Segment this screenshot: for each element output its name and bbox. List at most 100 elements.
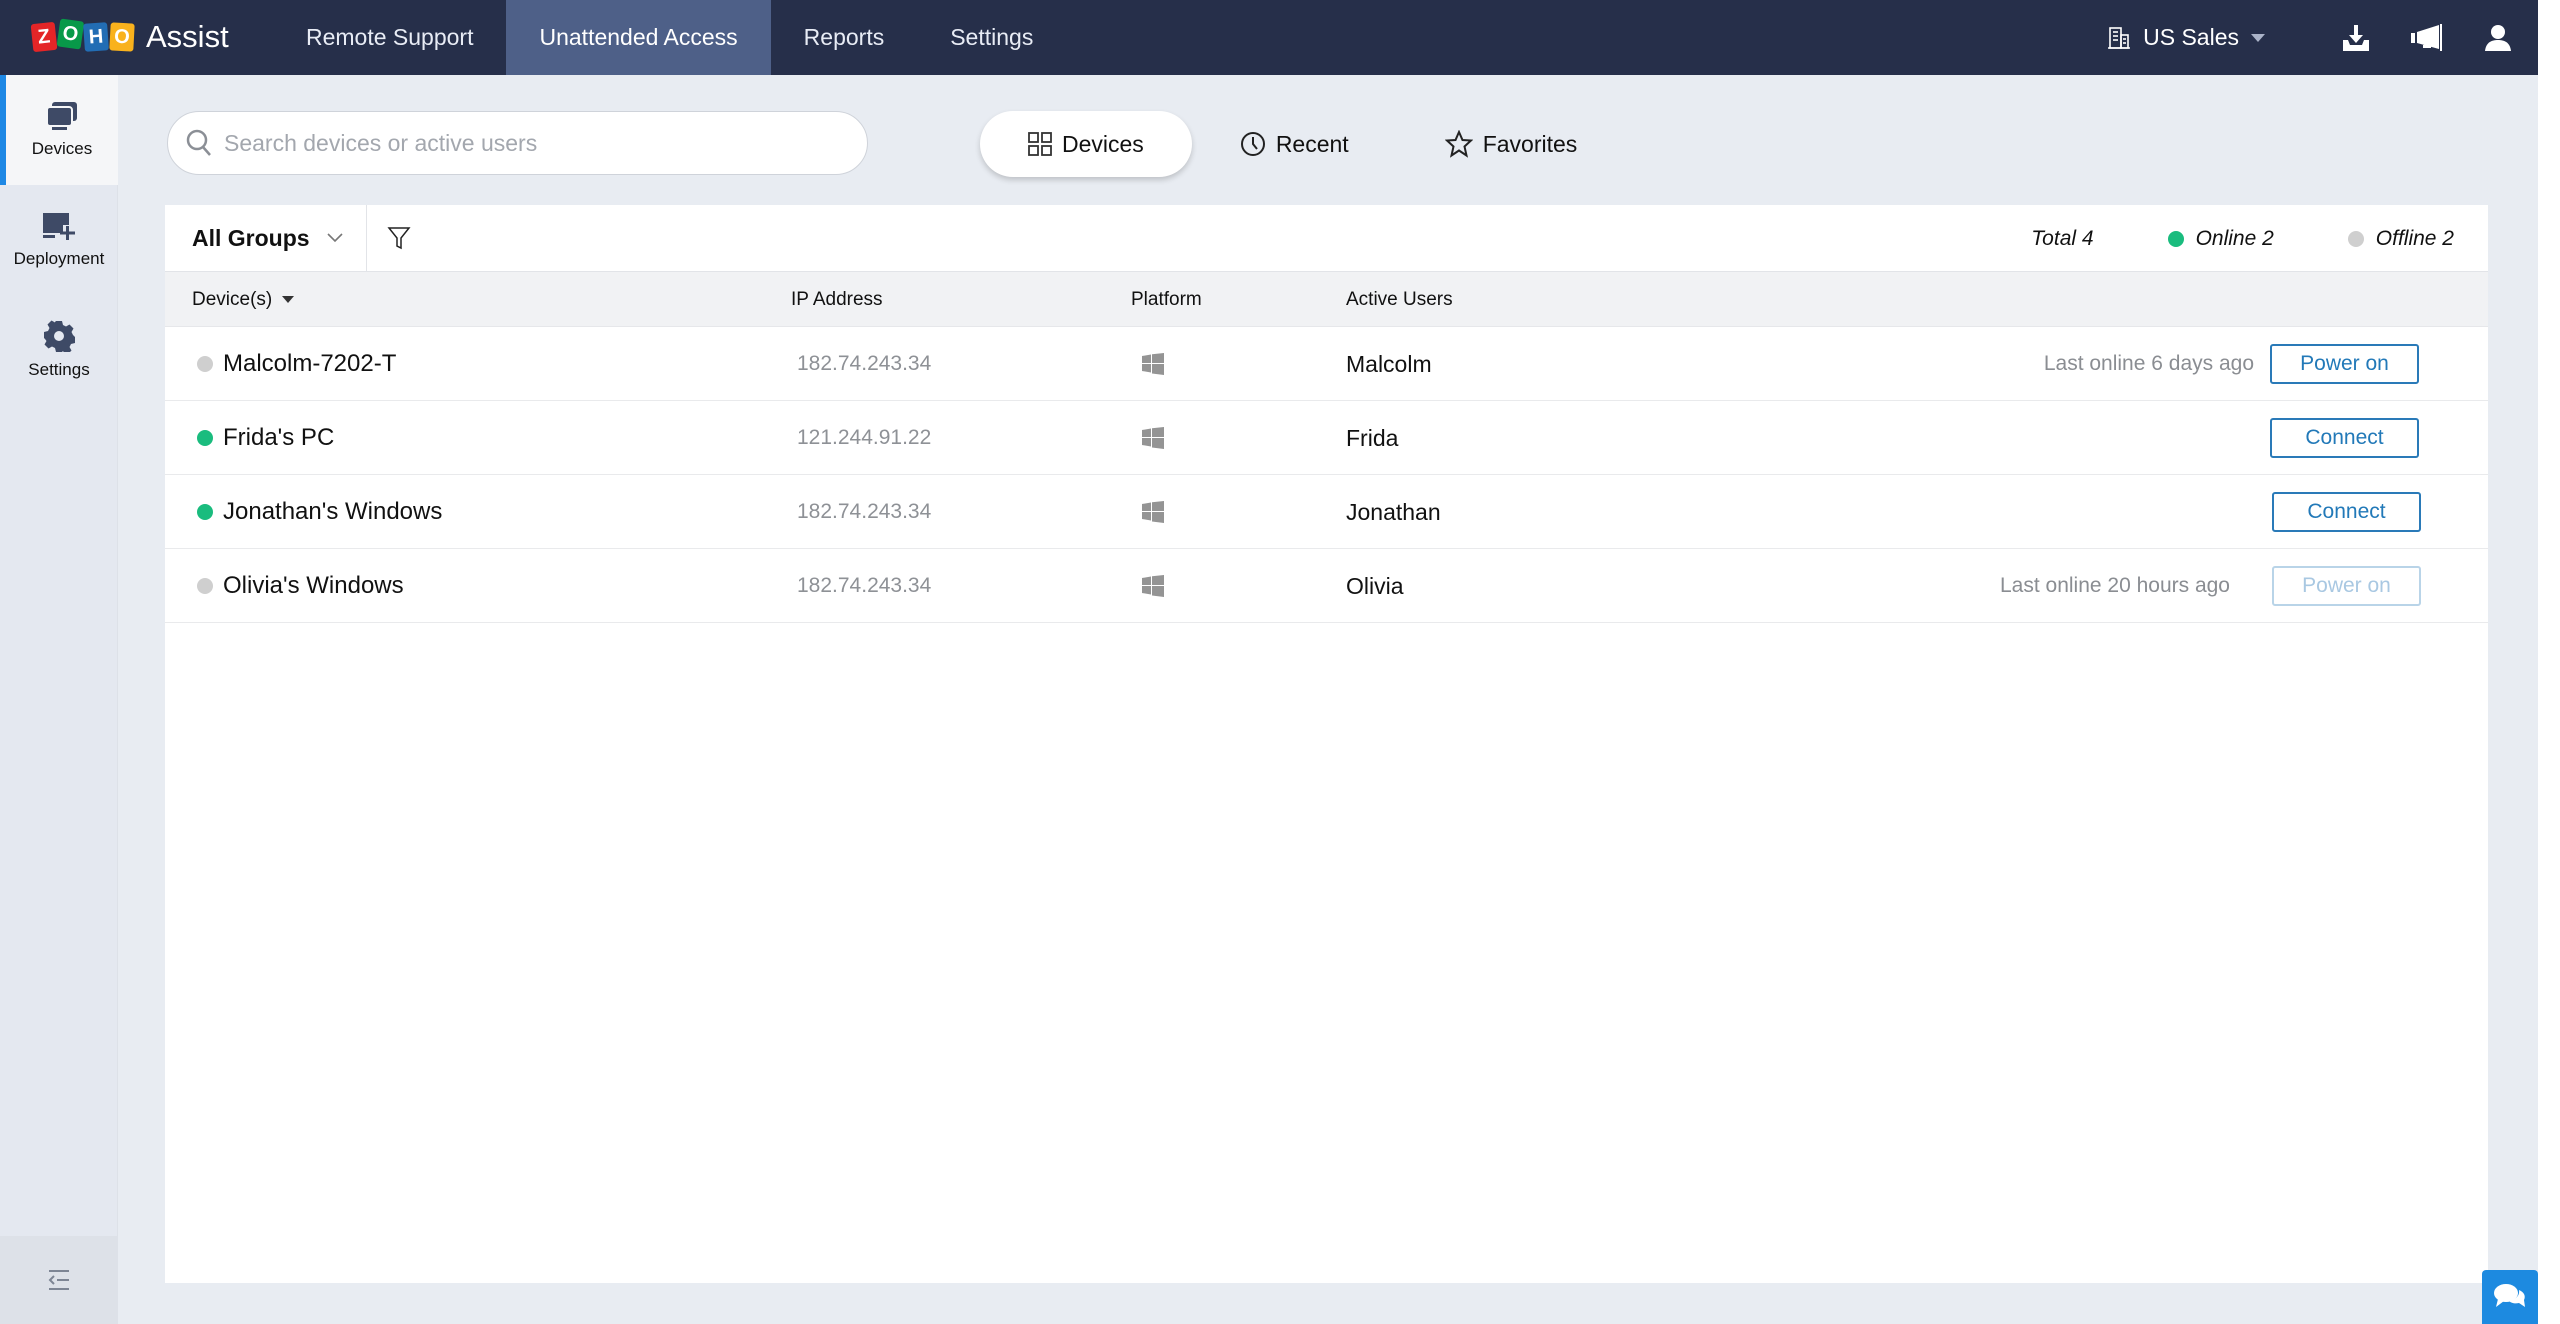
stat-online-label: Online 2 [2195, 226, 2274, 250]
tab-label: Favorites [1482, 130, 1578, 157]
stat-offline-label: Offline 2 [2375, 226, 2454, 250]
filter-button[interactable] [387, 226, 411, 250]
ip-address: 182.74.243.34 [797, 352, 932, 375]
ip-address: 182.74.243.34 [797, 574, 932, 597]
column-label: Active Users [1346, 288, 1453, 310]
column-label: Device(s) [192, 288, 273, 310]
chevron-down-icon [326, 233, 343, 243]
nav-unattended-access[interactable]: Unattended Access [506, 0, 771, 75]
building-icon [2108, 26, 2131, 49]
table-header: Device(s) IP Address Platform Active Use… [165, 272, 2488, 327]
windows-icon [1142, 575, 1164, 597]
tab-recent[interactable]: Recent [1192, 111, 1397, 177]
grid-icon [1028, 132, 1052, 156]
sidebar-item-label: Devices [31, 139, 93, 158]
table-row[interactable]: Jonathan's Windows 182.74.243.34 Jonatha… [165, 475, 2488, 549]
sidebar-item-label: Settings [28, 360, 90, 379]
stat-online: Online 2 [2167, 226, 2274, 251]
chevron-down-icon [2251, 33, 2265, 42]
collapse-sidebar-button[interactable] [0, 1236, 118, 1324]
tab-label: Recent [1275, 130, 1349, 157]
sidebar-item-label: Deployment [13, 249, 105, 268]
logo-letter: Z [30, 21, 58, 53]
stat-offline: Offline 2 [2347, 226, 2454, 251]
column-platform: Platform [1131, 272, 1202, 327]
column-label: IP Address [791, 288, 883, 310]
stat-total: Total 4 [2031, 226, 2094, 250]
device-name[interactable]: Jonathan's Windows [223, 498, 442, 526]
nav-settings[interactable]: Settings [917, 0, 1066, 75]
power-on-button[interactable]: Power on [2270, 344, 2419, 384]
group-dropdown[interactable]: All Groups [165, 204, 367, 272]
nav-reports[interactable]: Reports [771, 0, 918, 75]
ip-address: 121.244.91.22 [797, 426, 932, 449]
table-row[interactable]: Frida's PC 121.244.91.22 Frida Connect [165, 401, 2488, 475]
status-dot-offline [197, 356, 213, 372]
chat-button[interactable] [2482, 1270, 2538, 1324]
megaphone-icon[interactable] [2409, 20, 2445, 56]
device-name[interactable]: Frida's PC [223, 424, 334, 452]
table-row[interactable]: Olivia's Windows 182.74.243.34 Olivia La… [165, 549, 2488, 623]
collapse-sidebar-icon [48, 1270, 69, 1290]
status-dot-online [197, 430, 213, 446]
gear-icon [44, 320, 75, 352]
column-label: Platform [1131, 288, 1202, 310]
logo-letter: O [109, 22, 135, 52]
device-stats: Total 4 Online 2 Offline 2 [1957, 205, 2454, 272]
windows-icon [1142, 353, 1164, 375]
main-nav: Remote Support Unattended Access Reports… [273, 0, 1066, 75]
windows-icon [1142, 427, 1164, 449]
tab-devices[interactable]: Devices [980, 111, 1192, 177]
ip-address: 182.74.243.34 [797, 500, 932, 523]
chat-bubbles-icon [2494, 1284, 2525, 1307]
header-actions: US Sales [2107, 0, 2516, 75]
nav-remote-support[interactable]: Remote Support [273, 0, 506, 75]
column-ip-address: IP Address [791, 272, 883, 327]
active-user: Jonathan [1346, 498, 1441, 525]
view-tabs: Devices Recent Favorites [980, 111, 1625, 177]
power-on-button[interactable]: Power on [2272, 566, 2421, 606]
top-header: Z O H O Assist Remote Support Unattended… [0, 0, 2538, 75]
deployment-icon [43, 213, 75, 240]
tab-favorites[interactable]: Favorites [1397, 111, 1626, 177]
windows-icon [1142, 501, 1164, 523]
connect-button[interactable]: Connect [2270, 418, 2419, 458]
tab-label: Devices [1062, 130, 1144, 157]
search-box [167, 111, 868, 175]
sidebar: Devices Deployment Settings [0, 75, 118, 1324]
sidebar-item-deployment[interactable]: Deployment [0, 185, 118, 295]
star-icon [1444, 130, 1473, 158]
logo-letter: H [83, 22, 109, 52]
active-user: Olivia [1346, 572, 1404, 599]
clock-icon [1240, 132, 1265, 156]
devices-icon [46, 102, 77, 130]
device-name[interactable]: Malcolm-7202-T [223, 350, 396, 378]
devices-toolbar: All Groups Total 4 Online 2 Offline 2 [165, 204, 2488, 272]
search-input[interactable] [224, 129, 824, 157]
column-active-users: Active Users [1346, 272, 1453, 327]
filter-icon [387, 227, 411, 250]
status-dot-offline [197, 578, 213, 594]
column-devices[interactable]: Device(s) [192, 272, 295, 327]
device-name[interactable]: Olivia's Windows [223, 572, 404, 600]
logo-letter: O [56, 18, 85, 50]
sidebar-item-settings[interactable]: Settings [0, 295, 118, 405]
download-icon[interactable] [2338, 20, 2374, 56]
user-icon[interactable] [2480, 20, 2516, 56]
zoho-assist-logo[interactable]: Z O H O Assist [30, 17, 229, 57]
sort-desc-icon[interactable] [282, 296, 295, 303]
active-user: Malcolm [1346, 350, 1432, 377]
sidebar-item-devices[interactable]: Devices [0, 75, 118, 185]
status-dot-online [197, 504, 213, 520]
org-selector[interactable]: US Sales [2107, 24, 2265, 51]
devices-panel: All Groups Total 4 Online 2 Offline 2 De… [165, 204, 2488, 1283]
table-row[interactable]: Malcolm-7202-T 182.74.243.34 Malcolm Las… [165, 327, 2488, 401]
last-online: Last online 6 days ago [2043, 352, 2254, 375]
device-list: Malcolm-7202-T 182.74.243.34 Malcolm Las… [165, 327, 2488, 623]
group-selected: All Groups [192, 224, 310, 251]
offline-dot [2347, 230, 2364, 247]
last-online: Last online 20 hours ago [1999, 574, 2230, 597]
connect-button[interactable]: Connect [2272, 492, 2421, 532]
active-user: Frida [1346, 424, 1399, 451]
search-icon [186, 129, 211, 156]
